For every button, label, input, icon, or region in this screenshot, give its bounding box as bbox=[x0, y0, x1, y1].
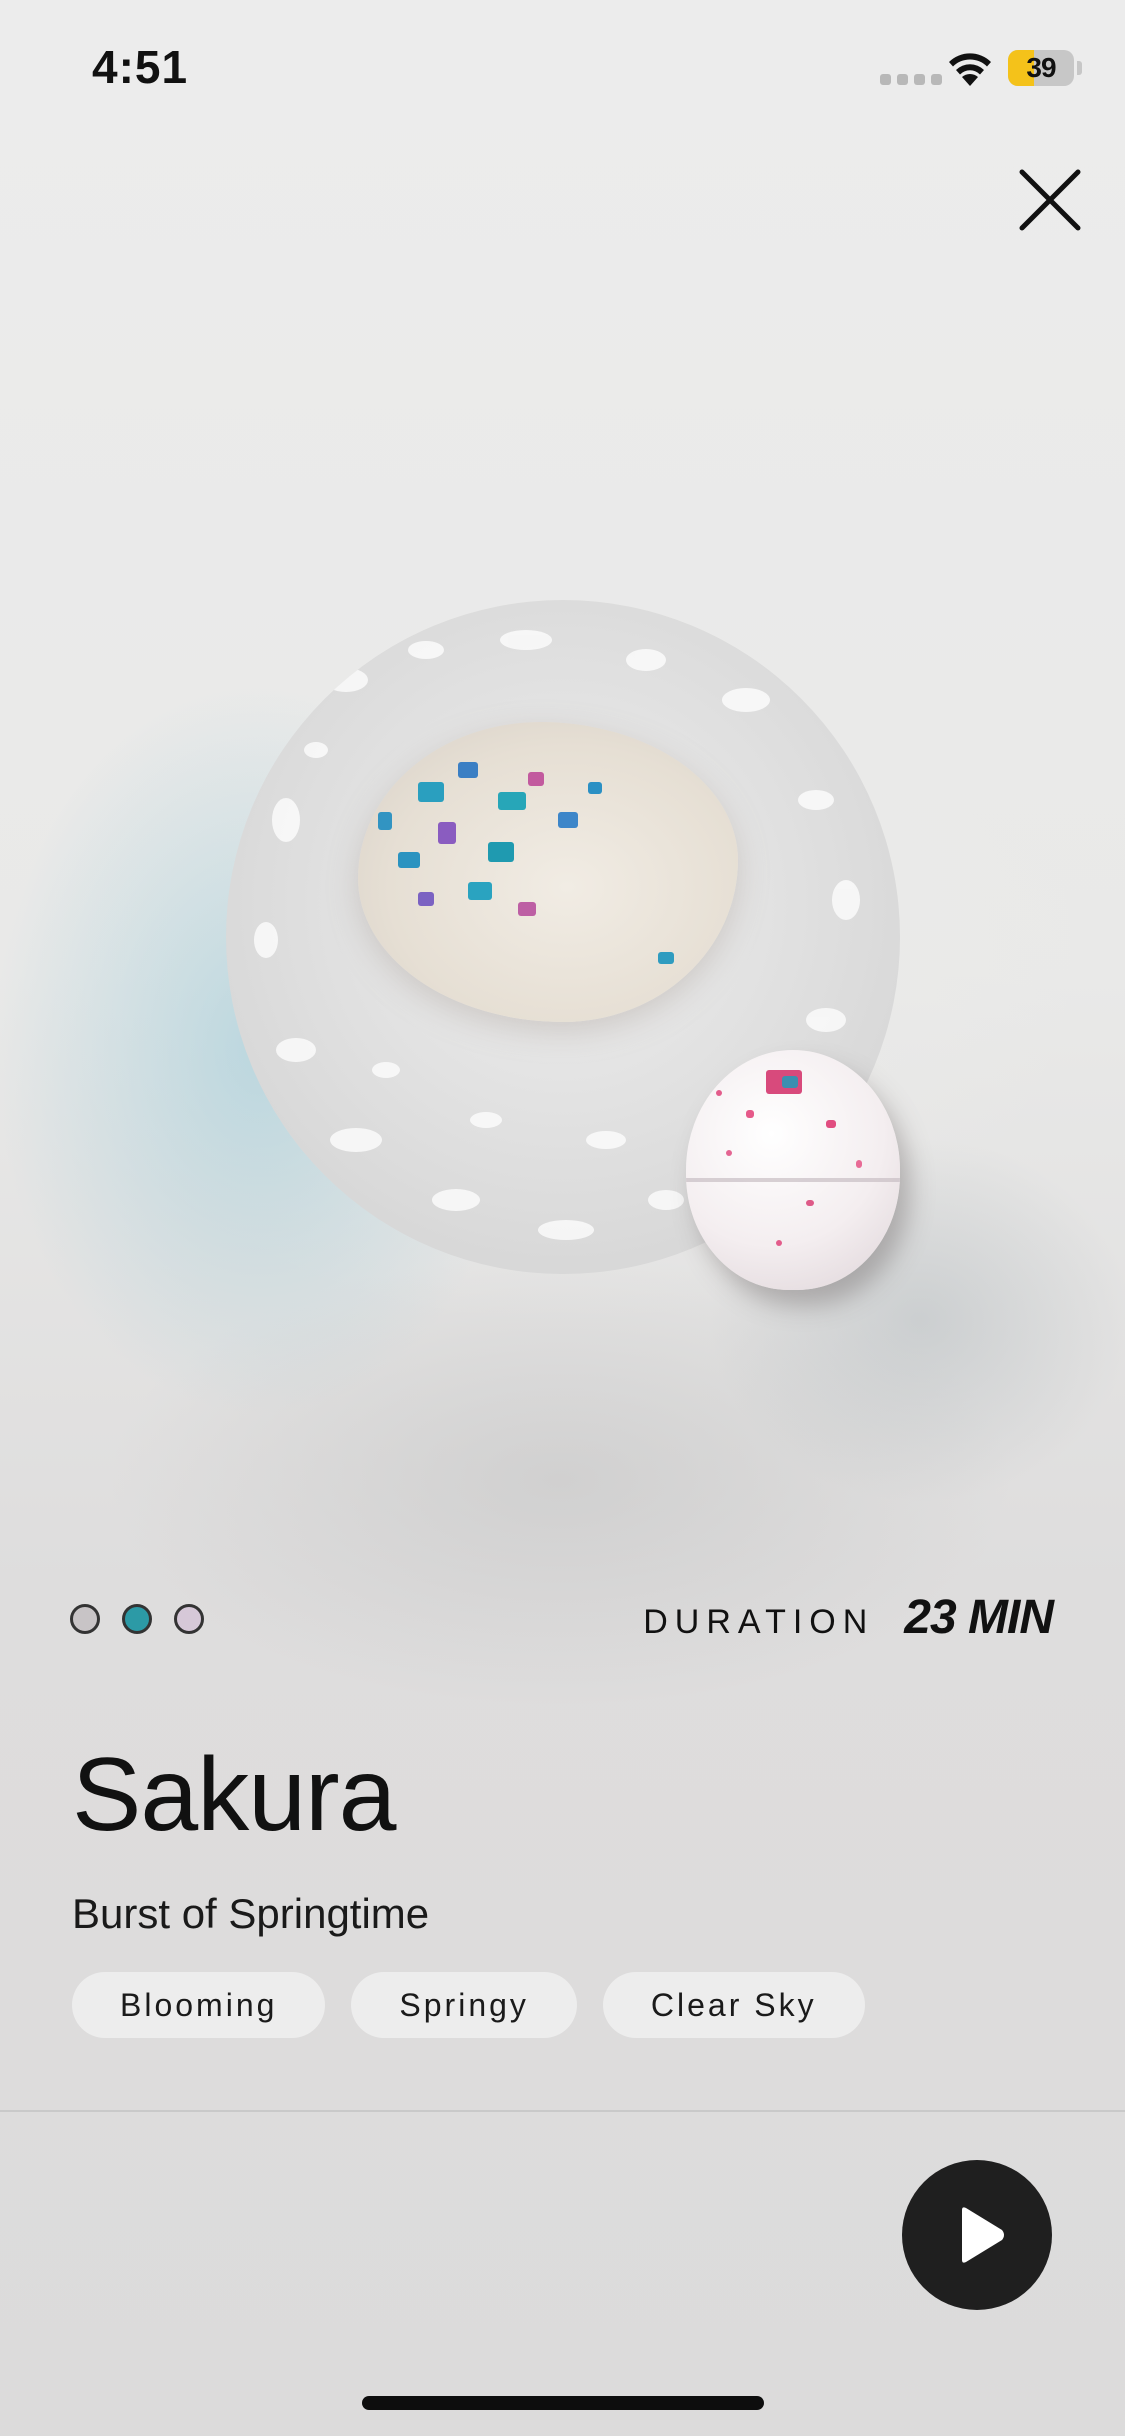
bath-bomb-product bbox=[686, 1050, 900, 1290]
pager-dots bbox=[70, 1604, 204, 1634]
duration-label: DURATION bbox=[643, 1603, 875, 1641]
cellular-signal-icon bbox=[880, 74, 942, 85]
play-icon bbox=[962, 2207, 1004, 2263]
tag-list: Blooming Springy Clear Sky bbox=[72, 1972, 865, 2038]
product-subtitle: Burst of Springtime bbox=[72, 1890, 430, 1937]
status-time: 4:51 bbox=[92, 41, 189, 93]
duration: DURATION 23 MIN bbox=[643, 1590, 1054, 1645]
divider bbox=[0, 2110, 1125, 2112]
bath-bomb-dissolving bbox=[358, 722, 738, 1022]
wifi-icon bbox=[949, 53, 991, 86]
play-button[interactable] bbox=[902, 2160, 1052, 2310]
pager-dot[interactable] bbox=[70, 1604, 100, 1634]
tag-chip[interactable]: Blooming bbox=[72, 1972, 326, 2038]
home-indicator[interactable] bbox=[362, 2396, 764, 2410]
battery-percent: 39 bbox=[1026, 52, 1056, 83]
duration-value: 23 MIN bbox=[904, 1591, 1054, 1644]
close-icon[interactable] bbox=[1010, 160, 1090, 240]
pager-dot[interactable] bbox=[174, 1604, 204, 1634]
tag-chip[interactable]: Springy bbox=[351, 1972, 577, 2038]
battery-indicator: 39 bbox=[1008, 50, 1074, 86]
product-title: Sakura bbox=[72, 1737, 397, 1853]
battery-nub bbox=[1077, 61, 1082, 75]
pager-dot[interactable] bbox=[122, 1604, 152, 1634]
tag-chip[interactable]: Clear Sky bbox=[602, 1972, 865, 2038]
